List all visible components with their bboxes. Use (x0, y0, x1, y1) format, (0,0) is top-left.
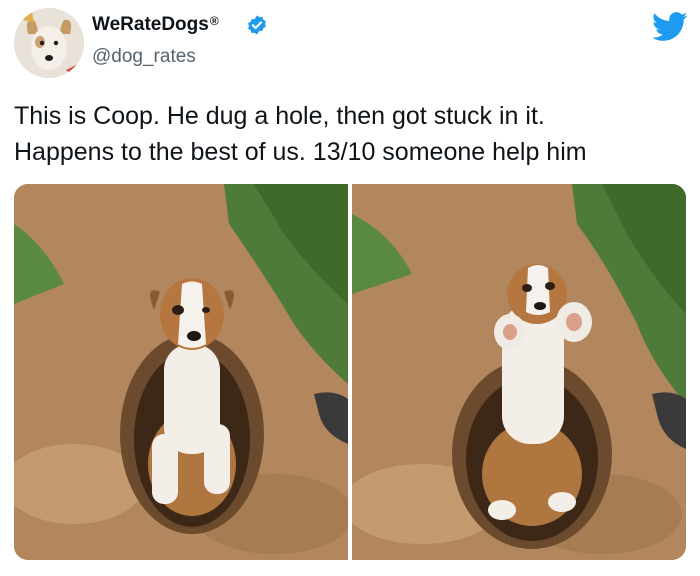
tweet-line-2: Happens to the best of us. 13/10 someone… (14, 138, 587, 166)
tweet-photo-1[interactable] (14, 184, 348, 560)
avatar[interactable] (14, 8, 84, 78)
handle[interactable]: @dog_rates (92, 46, 196, 68)
display-name-text: WeRateDogs (92, 14, 209, 35)
dog-in-hole-photo-1 (14, 184, 348, 560)
tweet-text: This is Coop. He dug a hole, then got st… (14, 98, 690, 170)
display-name[interactable]: WeRateDogs® (92, 14, 219, 36)
tweet-line-1: This is Coop. He dug a hole, then got st… (14, 102, 545, 130)
dog-avatar-image (14, 8, 84, 78)
verified-badge-icon (248, 15, 266, 35)
dog-in-hole-photo-2 (352, 184, 686, 560)
tweet-photo-2[interactable] (352, 184, 686, 560)
registered-mark: ® (209, 14, 219, 28)
twitter-bird-icon[interactable] (652, 12, 688, 42)
